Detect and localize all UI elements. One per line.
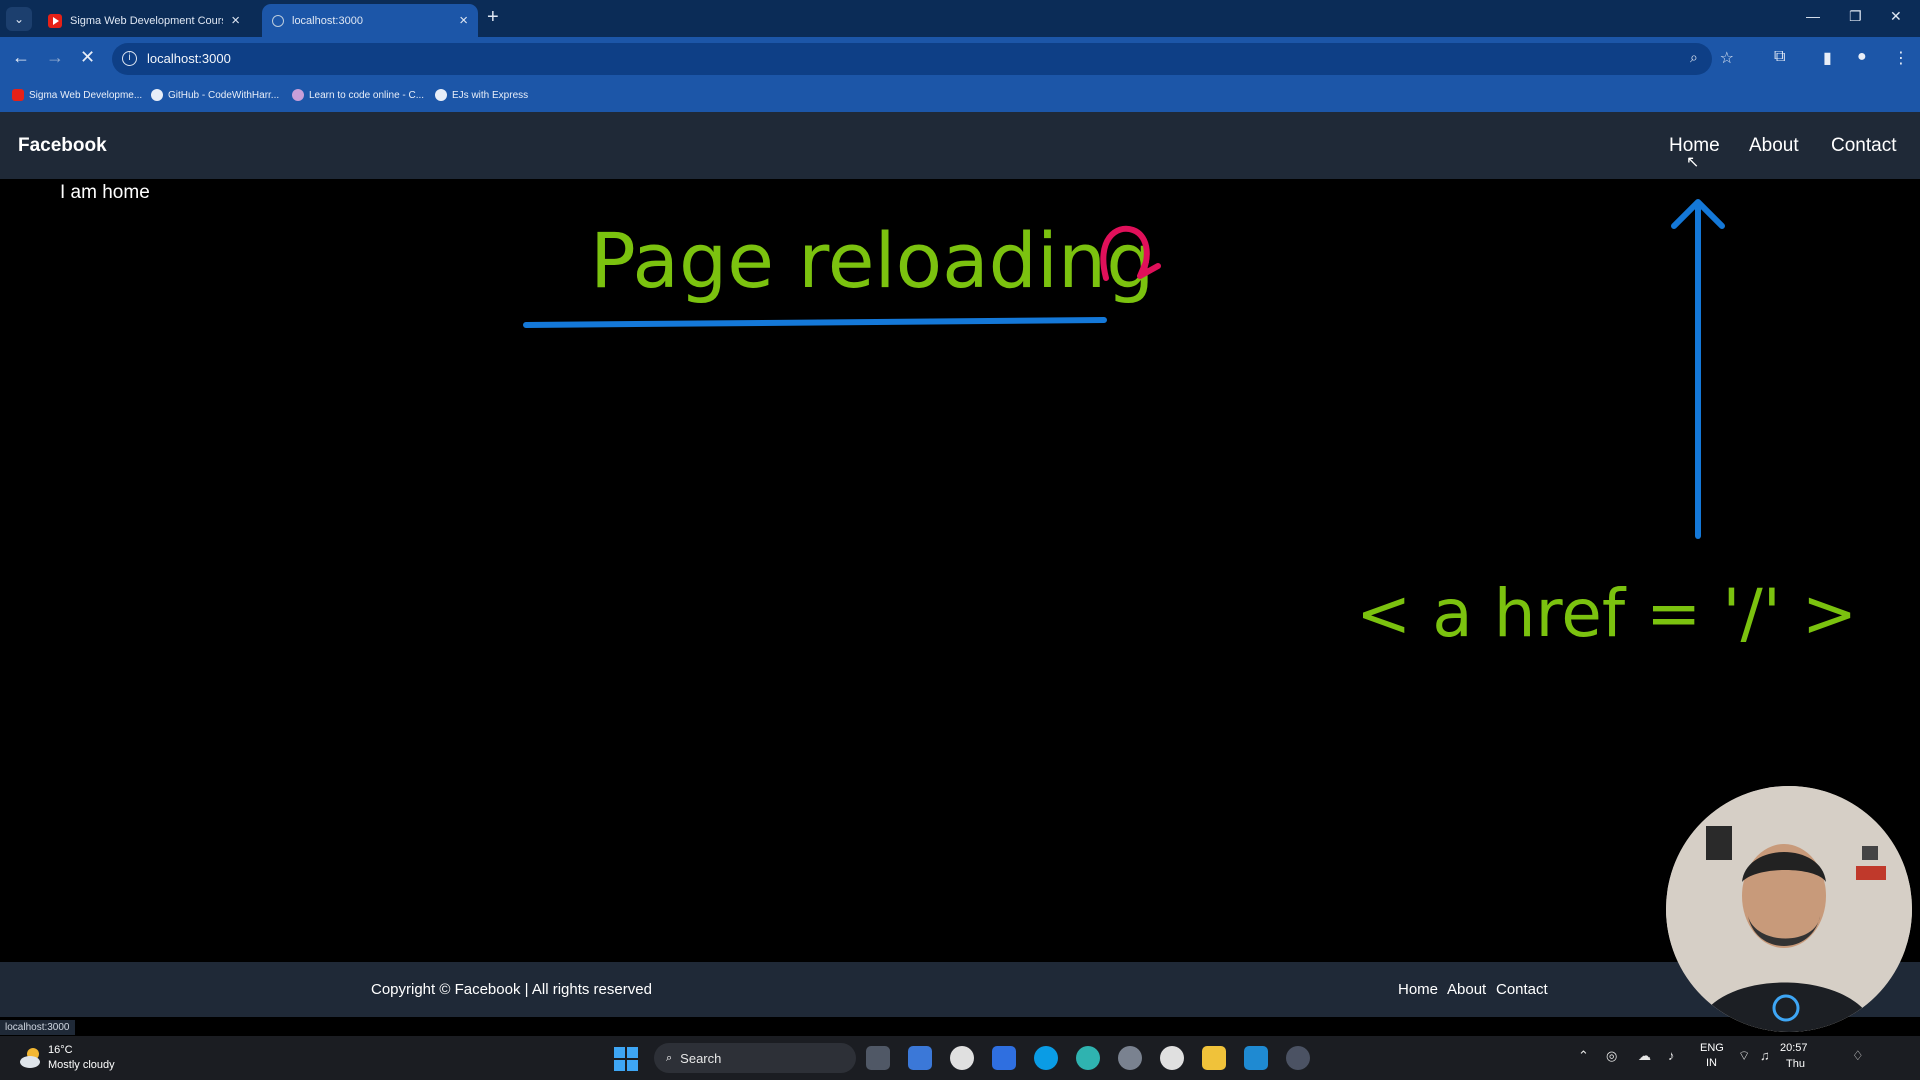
bookmark-label: Learn to code online - C... <box>309 89 425 101</box>
browser-tabstrip: ⌄ Sigma Web Development Course - W × loc… <box>0 0 1920 37</box>
reload-icon <box>1100 225 1161 281</box>
github-icon <box>435 89 447 101</box>
weather-condition[interactable]: Mostly cloudy <box>48 1059 115 1071</box>
nav-contact-link[interactable]: Contact <box>1831 135 1896 157</box>
nav-about-link[interactable]: About <box>1749 135 1799 157</box>
file-explorer-icon[interactable] <box>1202 1046 1226 1070</box>
browser-toolbar: ← → ✕ i localhost:3000 ⌕ ☆ ⧉ ▮ ● ⋮ <box>0 37 1920 81</box>
globe-icon <box>272 14 284 27</box>
tab-localhost[interactable]: localhost:3000 × <box>262 4 478 37</box>
vscode-icon[interactable] <box>1244 1046 1268 1070</box>
edge-icon[interactable] <box>1076 1046 1100 1070</box>
tab-title: localhost:3000 <box>292 14 363 27</box>
clock-day[interactable]: Thu <box>1786 1058 1805 1070</box>
microphone-icon[interactable]: ♪ <box>1668 1048 1675 1063</box>
notification-bell-icon[interactable]: ♢ <box>1852 1048 1864 1064</box>
side-panel-icon[interactable]: ▮ <box>1823 48 1832 68</box>
status-bar-url: localhost:3000 <box>0 1020 75 1035</box>
taskbar-search[interactable]: ⌕ Search <box>654 1043 856 1073</box>
site-footer: Copyright © Facebook | All rights reserv… <box>0 962 1920 1017</box>
wifi-icon[interactable]: ⌔ <box>1738 1048 1750 1064</box>
annotation-underline <box>523 317 1107 328</box>
tab-title: Sigma Web Development Course - W <box>70 14 223 27</box>
mouse-cursor-icon: ↖ <box>1686 154 1700 171</box>
site-info-icon[interactable]: i <box>122 51 137 66</box>
bookmark-ejs[interactable]: EJs with Express <box>435 89 528 101</box>
onedrive-cloud-icon[interactable]: ☁ <box>1638 1048 1651 1064</box>
footer-about-link[interactable]: About <box>1447 981 1486 998</box>
address-text[interactable]: localhost:3000 <box>147 51 231 66</box>
youtube-icon <box>12 89 24 101</box>
chrome-icon[interactable] <box>950 1046 974 1070</box>
annotation-code: < a href = '/' > <box>1356 575 1857 652</box>
chrome-active-icon[interactable] <box>1286 1046 1310 1070</box>
bookmark-github[interactable]: GitHub - CodeWithHarr... <box>151 89 279 101</box>
site-navbar: Facebook Home About Contact <box>0 112 1920 179</box>
new-tab-icon[interactable]: + <box>487 6 499 29</box>
tab-close-icon[interactable]: × <box>231 12 240 29</box>
footer-home-link[interactable]: Home <box>1398 981 1438 998</box>
address-bar[interactable]: i localhost:3000 ⌕ ☆ <box>112 43 1734 75</box>
back-arrow-icon[interactable]: ← <box>12 47 30 68</box>
tray-overflow-chevron-icon[interactable]: ⌃ <box>1578 1048 1589 1064</box>
bookmark-star-icon[interactable]: ☆ <box>1720 48 1734 68</box>
todo-app-icon[interactable] <box>992 1046 1016 1070</box>
minimize-icon[interactable]: — <box>1806 8 1820 24</box>
site-brand[interactable]: Facebook <box>18 135 107 157</box>
weather-temperature[interactable]: 16°C <box>48 1044 73 1056</box>
calendar-app-icon[interactable] <box>908 1046 932 1070</box>
webcam-overlay <box>1666 786 1912 1032</box>
bookmark-label: GitHub - CodeWithHarr... <box>168 89 280 101</box>
github-icon <box>151 89 163 101</box>
profile-icon[interactable]: ● <box>1857 48 1867 66</box>
clock-time[interactable]: 20:57 <box>1780 1042 1808 1054</box>
forward-arrow-icon[interactable]: → <box>46 47 64 68</box>
window-close-icon[interactable]: ✕ <box>1890 8 1902 25</box>
avatar-icon <box>292 89 304 101</box>
arrow-head-icon <box>1671 199 1725 229</box>
youtube-icon <box>48 13 62 28</box>
stop-loading-icon[interactable]: ✕ <box>80 47 95 68</box>
zoom-icon[interactable]: ⌕ <box>1690 49 1698 66</box>
language-region[interactable]: IN <box>1706 1057 1717 1069</box>
bookmark-sigma[interactable]: Sigma Web Developme... <box>12 89 142 101</box>
page-body-text: I am home <box>60 182 150 203</box>
windows-start-icon[interactable] <box>614 1047 638 1071</box>
footer-copyright: Copyright © Facebook | All rights reserv… <box>371 981 652 998</box>
tab-search-chevron-icon[interactable]: ⌄ <box>6 7 32 31</box>
taskbar-search-label: Search <box>680 1050 722 1066</box>
footer-contact-link[interactable]: Contact <box>1496 981 1548 998</box>
bookmarks-bar: Sigma Web Developme... GitHub - CodeWith… <box>0 81 1920 112</box>
tab-sigma-course[interactable]: Sigma Web Development Course - W × <box>38 4 250 37</box>
language-indicator[interactable]: ENG <box>1700 1042 1724 1054</box>
tray-app-icon[interactable]: ◎ <box>1606 1048 1617 1064</box>
restore-icon[interactable]: ❐ <box>1849 8 1862 25</box>
weather-cloud-icon[interactable] <box>18 1045 44 1071</box>
skype-icon[interactable] <box>1034 1046 1058 1070</box>
tab-close-icon[interactable]: × <box>459 12 468 29</box>
menu-kebab-icon[interactable]: ⋮ <box>1893 48 1909 68</box>
volume-icon[interactable]: ♫ <box>1760 1048 1770 1063</box>
windows-taskbar: 16°C Mostly cloudy ⌕ Search ⌃ ◎ ☁ ♪ ENG … <box>0 1036 1920 1080</box>
chrome-profile-icon[interactable] <box>1160 1046 1184 1070</box>
bookmark-label: Sigma Web Developme... <box>29 89 143 101</box>
task-view-icon[interactable] <box>866 1046 890 1070</box>
bookmark-label: EJs with Express <box>452 89 529 101</box>
bookmark-learn-to-code[interactable]: Learn to code online - C... <box>292 89 424 101</box>
settings-gear-icon[interactable] <box>1118 1046 1142 1070</box>
annotation-title: Page reloading <box>590 216 1154 305</box>
extensions-icon[interactable]: ⧉ <box>1774 48 1785 66</box>
search-icon: ⌕ <box>666 1051 673 1064</box>
